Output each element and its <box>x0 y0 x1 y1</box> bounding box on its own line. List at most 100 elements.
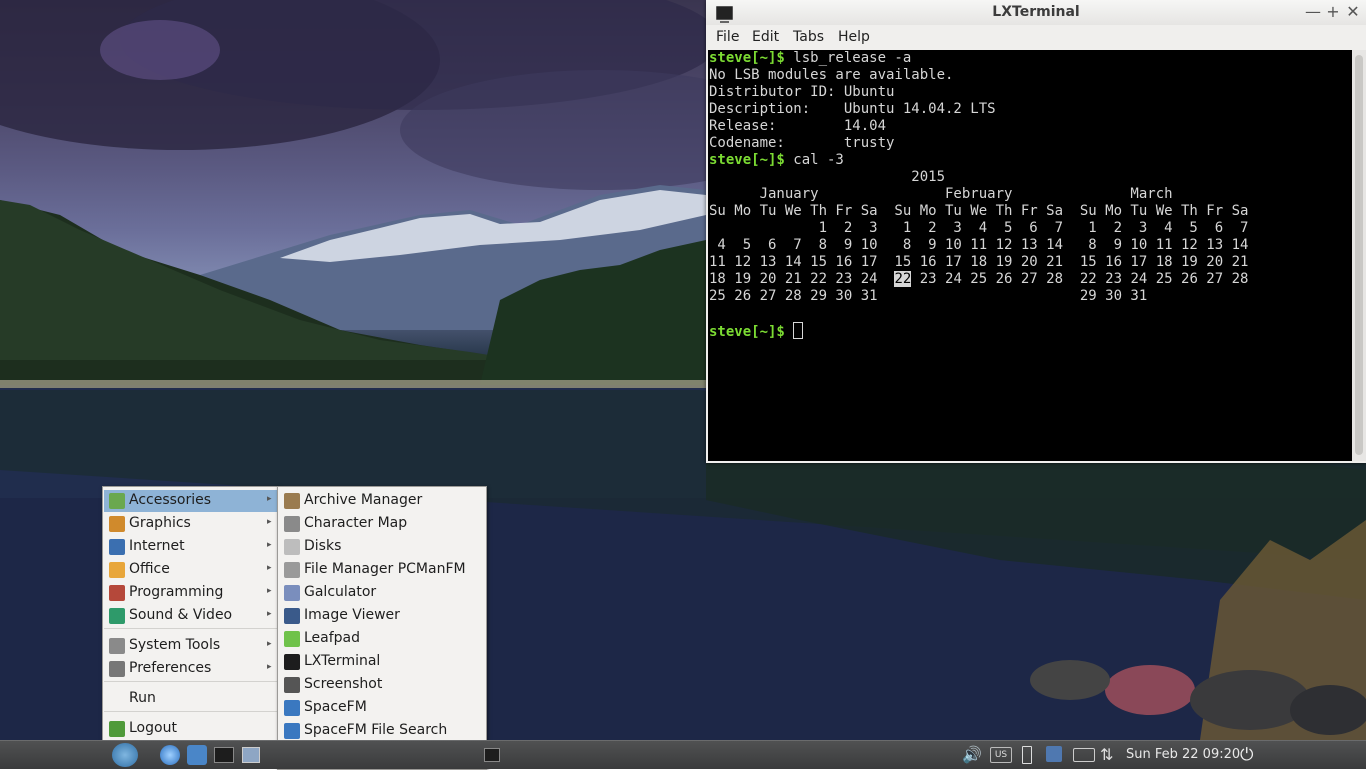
submenu-item-spacefm[interactable]: SpaceFM <box>279 697 485 719</box>
menu-item-label: Run <box>129 690 156 706</box>
terminal-text: lsb_release -a <box>784 50 912 66</box>
start-menu-icon[interactable] <box>112 743 138 767</box>
chevron-right-icon: ▸ <box>267 517 272 527</box>
menu-separator <box>104 711 277 712</box>
chevron-right-icon: ▸ <box>267 609 272 619</box>
chevron-right-icon: ▸ <box>267 586 272 596</box>
menu-item-label: Leafpad <box>304 630 361 646</box>
menu-item-accessories[interactable]: Accessories ▸ <box>104 490 277 512</box>
submenu-item-galculator[interactable]: Galculator <box>279 582 485 604</box>
menu-file[interactable]: File <box>716 29 739 45</box>
scrollbar-thumb[interactable] <box>1355 55 1363 455</box>
archive-icon <box>284 493 300 509</box>
menu-tabs[interactable]: Tabs <box>793 29 824 45</box>
submenu-item-character-map[interactable]: Character Map <box>279 513 485 535</box>
terminal-line: 18 19 20 21 22 23 24 22 23 24 25 26 27 2… <box>709 271 1248 288</box>
accessories-icon <box>109 493 125 509</box>
submenu-item-file-manager-pcmanfm[interactable]: File Manager PCManFM <box>279 559 485 581</box>
sound-video-icon <box>109 608 125 624</box>
terminal-text: Codename: trusty <box>709 135 895 151</box>
terminal-line: Su Mo Tu We Th Fr Sa Su Mo Tu We Th Fr S… <box>709 203 1248 220</box>
submenu-item-archive-manager[interactable]: Archive Manager <box>279 490 485 512</box>
shell-prompt: steve[~]$ <box>709 324 785 340</box>
minimize-button[interactable]: — <box>1303 2 1323 22</box>
file-manager-icon[interactable] <box>187 745 207 765</box>
submenu-item-lxterminal[interactable]: LXTerminal <box>279 651 485 673</box>
terminal-line: Description: Ubuntu 14.04.2 LTS <box>709 101 996 118</box>
network-icon[interactable] <box>1046 746 1062 762</box>
menu-item-label: Programming <box>129 584 224 600</box>
menu-item-label: Galculator <box>304 584 377 600</box>
chevron-right-icon: ▸ <box>267 494 272 504</box>
taskbar-terminal-icon[interactable] <box>484 748 500 762</box>
menu-item-run[interactable]: Run <box>104 688 277 710</box>
menu-item-label: System Tools <box>129 637 221 653</box>
power-icon[interactable]: ⏻ <box>1240 745 1260 765</box>
menu-item-programming[interactable]: Programming ▸ <box>104 582 277 604</box>
clock[interactable]: Sun Feb 22 09:20 <box>1126 747 1240 762</box>
submenu-item-screenshot[interactable]: Screenshot <box>279 674 485 696</box>
chevron-right-icon: ▸ <box>267 540 272 550</box>
menu-item-internet[interactable]: Internet ▸ <box>104 536 277 558</box>
logout-icon <box>109 721 125 737</box>
menu-item-label: Screenshot <box>304 676 383 692</box>
volume-icon[interactable]: 🔊 <box>962 745 982 765</box>
menu-item-system-tools[interactable]: System Tools ▸ <box>104 635 277 657</box>
file-manager-icon <box>284 562 300 578</box>
terminal-output[interactable]: steve[~]$ lsb_release -a No LSB modules a… <box>708 50 1352 461</box>
leafpad-icon <box>284 631 300 647</box>
menu-item-graphics[interactable]: Graphics ▸ <box>104 513 277 535</box>
menu-help[interactable]: Help <box>838 29 870 45</box>
menu-item-label: File Manager PCManFM <box>304 561 466 577</box>
charmap-icon <box>284 516 300 532</box>
close-button[interactable]: ✕ <box>1343 2 1363 22</box>
terminal-line: Codename: trusty <box>709 135 894 152</box>
internet-icon <box>109 539 125 555</box>
terminal-window[interactable]: LXTerminal — + ✕ File Edit Tabs Help ste… <box>706 0 1366 463</box>
programming-icon <box>109 585 125 601</box>
shell-prompt: steve[~]$ <box>709 50 785 66</box>
terminal-icon <box>284 654 300 670</box>
shell-prompt: steve[~]$ <box>709 152 785 168</box>
menu-item-preferences[interactable]: Preferences ▸ <box>104 658 277 680</box>
terminal-menubar: File Edit Tabs Help <box>706 25 1366 49</box>
spacefm-search-icon <box>284 723 300 739</box>
submenu-item-spacefm-file-search[interactable]: SpaceFM File Search <box>279 720 485 742</box>
terminal-text: Distributor ID: Ubuntu <box>709 84 895 100</box>
battery-icon[interactable] <box>1022 746 1032 764</box>
menu-item-office[interactable]: Office ▸ <box>104 559 277 581</box>
terminal-text: 2015 <box>709 169 946 185</box>
menu-item-label: Graphics <box>129 515 191 531</box>
screenshot-icon <box>284 677 300 693</box>
terminal-text: Su Mo Tu We Th Fr Sa Su Mo Tu We Th Fr S… <box>709 203 1249 219</box>
show-desktop-icon[interactable] <box>242 747 260 763</box>
today-highlight: 22 <box>894 271 912 287</box>
menu-edit[interactable]: Edit <box>752 29 779 45</box>
menu-item-label: Disks <box>304 538 342 554</box>
terminal-line: January February March <box>709 186 1173 203</box>
preferences-icon <box>109 661 125 677</box>
terminal-launcher-icon[interactable] <box>214 747 234 763</box>
terminal-line: steve[~]$ <box>709 322 804 340</box>
menu-item-label: SpaceFM <box>304 699 367 715</box>
submenu-item-image-viewer[interactable]: Image Viewer <box>279 605 485 627</box>
submenu-item-disks[interactable]: Disks <box>279 536 485 558</box>
terminal-text: 4 5 6 7 8 9 10 8 9 10 11 12 13 14 8 9 10… <box>709 237 1249 253</box>
maximize-button[interactable]: + <box>1323 2 1343 22</box>
menu-item-sound-video[interactable]: Sound & Video ▸ <box>104 605 277 627</box>
terminal-titlebar[interactable]: LXTerminal — + ✕ <box>706 0 1366 26</box>
submenu-item-leafpad[interactable]: Leafpad <box>279 628 485 650</box>
updown-arrows-icon[interactable]: ⇅ <box>1100 745 1120 765</box>
terminal-scrollbar[interactable] <box>1352 50 1366 461</box>
terminal-text: 25 26 27 28 29 30 31 29 30 31 <box>709 288 1148 304</box>
keyboard-icon[interactable] <box>1073 748 1095 762</box>
terminal-line: 1 2 3 1 2 3 4 5 6 7 1 2 3 4 5 6 7 <box>709 220 1249 237</box>
terminal-line: steve[~]$ lsb_release -a <box>709 50 911 67</box>
terminal-text: cal -3 <box>784 152 844 168</box>
menu-item-label: Logout <box>129 720 177 736</box>
menu-item-logout[interactable]: Logout <box>104 718 277 740</box>
keyboard-layout-icon[interactable]: US <box>990 747 1012 763</box>
terminal-text: 1 2 3 1 2 3 4 5 6 7 1 2 3 4 5 6 7 <box>709 220 1249 236</box>
menu-item-label: LXTerminal <box>304 653 381 669</box>
browser-icon[interactable] <box>160 745 180 765</box>
